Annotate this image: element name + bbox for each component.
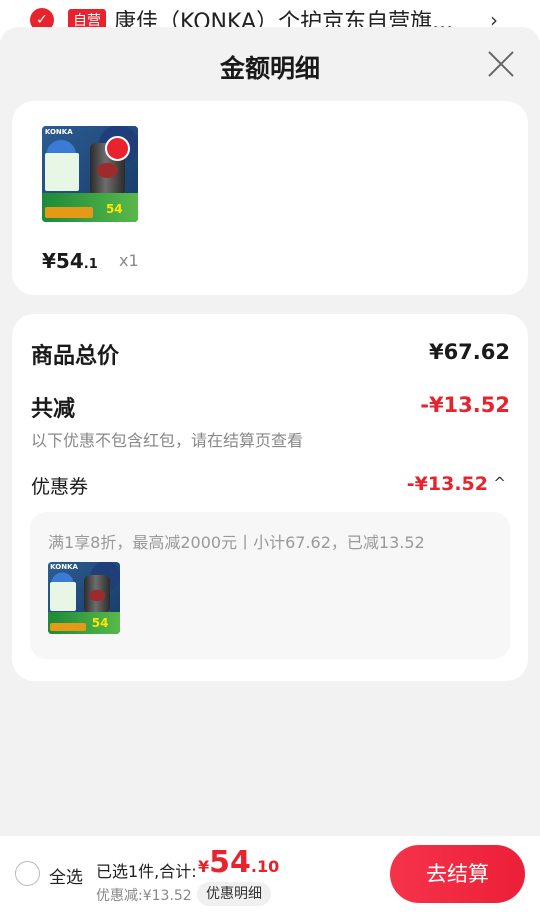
feature-list	[50, 582, 77, 611]
coupon-description: 满1享8折，最高减2000元丨小计67.62，已减13.52	[48, 533, 425, 552]
sum-currency: ¥	[198, 857, 210, 876]
total-reduce-value: -¥13.52	[420, 393, 510, 417]
product-price: ¥54.1	[42, 249, 98, 273]
subsidy-tag	[50, 622, 87, 632]
thumbnail-price: 54	[105, 202, 123, 217]
sheet-title: 金额明细	[219, 54, 320, 83]
select-all-radio[interactable]	[15, 861, 40, 886]
product-card: KONKA 54 ¥54.1 x1	[12, 101, 528, 295]
close-icon[interactable]	[486, 49, 516, 79]
price-int: 54	[55, 249, 84, 273]
amount-detail-sheet: 金额明细 KONKA 54 ¥54.1 x1 商品总价 ¥67.62 共减 -¥…	[0, 27, 540, 912]
product-thumbnail[interactable]: KONKA 54	[42, 126, 138, 222]
price-dec: .1	[83, 257, 98, 272]
coupon-detail-box: 满1享8折，最高减2000元丨小计67.62，已减13.52 KONKA 54	[30, 512, 510, 659]
total-price-value: ¥67.62	[428, 340, 510, 364]
sum-price: ¥54.10	[198, 845, 279, 880]
discount-detail-button[interactable]: 优惠明细	[197, 882, 271, 906]
total-reduce-label: 共减	[31, 397, 76, 422]
product-quantity: x1	[119, 251, 139, 270]
subsidy-tag	[44, 206, 93, 219]
sum-dec: .10	[250, 857, 280, 876]
price-symbol: ¥	[42, 249, 56, 273]
chevron-up-icon[interactable]: ^	[493, 474, 506, 492]
coupon-value[interactable]: -¥13.52	[407, 473, 488, 495]
selected-count-text: 已选1件,合计:	[96, 862, 197, 881]
thumbnail-price: 54	[91, 615, 109, 630]
sum-int: 54	[209, 845, 251, 880]
brand-logo: KONKA	[44, 127, 73, 136]
coupon-product-thumbnail[interactable]: KONKA 54	[48, 562, 120, 634]
brand-logo: KONKA	[50, 563, 78, 572]
total-price-label: 商品总价	[31, 344, 120, 369]
checkout-button[interactable]: 去结算	[390, 845, 525, 903]
feature-list	[44, 152, 80, 192]
bottom-checkout-bar: 全选 已选1件,合计: ¥54.10 优惠减:¥13.52 优惠明细 去结算	[0, 836, 540, 912]
price-summary-card: 商品总价 ¥67.62 共减 -¥13.52 以下优惠不包含红包，请在结算页查看…	[12, 314, 528, 681]
coupon-label[interactable]: 优惠券	[31, 472, 88, 499]
product-image	[84, 574, 110, 617]
select-all-label[interactable]: 全选	[49, 863, 83, 888]
reduce-note: 以下优惠不包含红包，请在结算页查看	[31, 431, 304, 450]
discount-text: 优惠减:¥13.52	[96, 888, 192, 904]
selected-badge-icon	[105, 135, 131, 161]
